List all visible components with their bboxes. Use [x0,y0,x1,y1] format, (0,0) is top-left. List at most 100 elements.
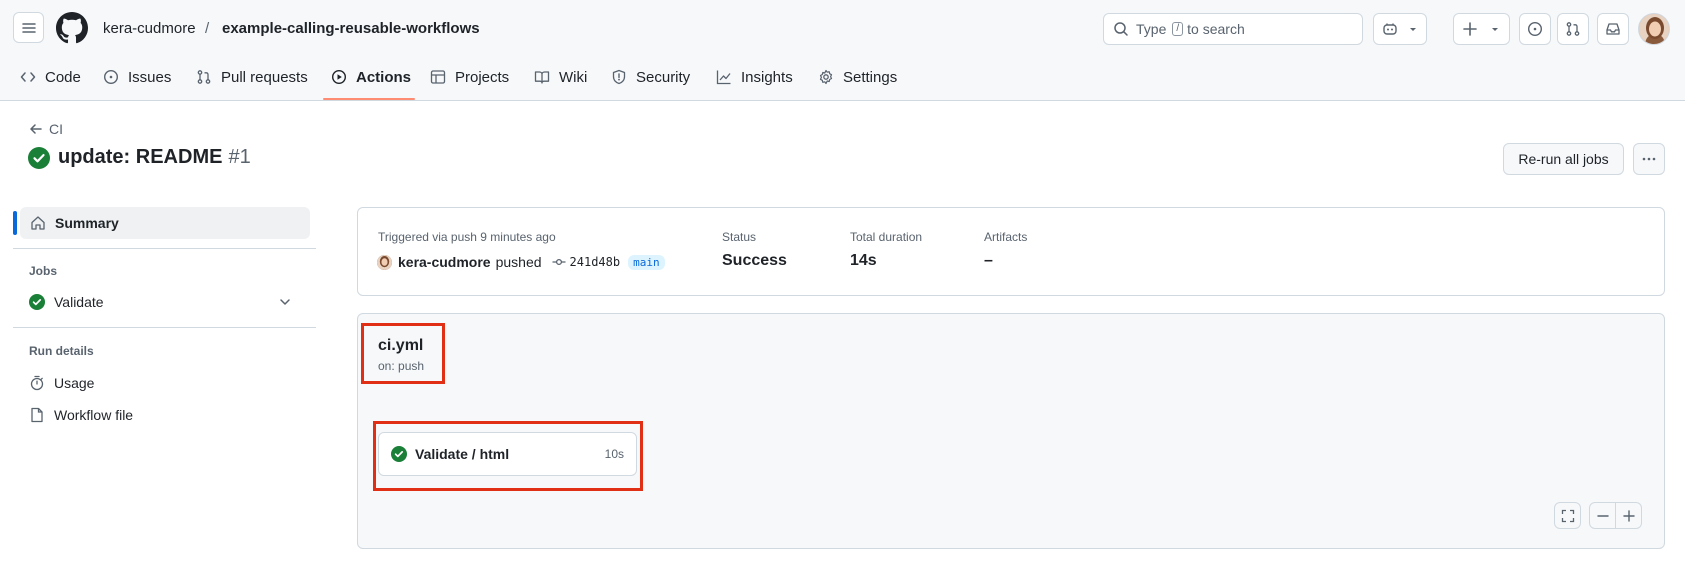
selected-nav-indicator [13,211,17,235]
tab-label: Code [45,68,81,86]
tab-insights[interactable]: Insights [716,62,793,92]
tab-label: Security [636,68,691,86]
minus-icon [1596,514,1609,517]
stopwatch-icon [30,375,44,391]
sidebar-divider [13,327,316,328]
status-value: Success [722,252,787,269]
check-circle-fill-icon [28,146,50,169]
hamburger-icon [21,22,36,33]
rerun-all-jobs-button[interactable]: Re-run all jobs [1503,143,1624,175]
copilot-icon [1383,23,1397,35]
create-new-button[interactable] [1453,13,1510,45]
fullscreen-icon [1561,509,1574,522]
chevron-down-icon[interactable] [278,295,292,309]
repo-owner-link[interactable]: kera-cudmore [103,18,196,40]
table-icon [430,70,446,84]
sidebar-item-summary[interactable]: Summary [20,207,310,239]
tab-security[interactable]: Security [611,62,690,92]
graph-icon [716,70,731,85]
tab-label: Projects [455,68,510,86]
sidebar-item-usage[interactable]: Usage [29,375,94,391]
chevron-down-icon [1410,28,1416,31]
sidebar-item-label: Validate [54,294,104,310]
tab-settings[interactable]: Settings [818,62,897,92]
repo-name-link[interactable]: example-calling-reusable-workflows [222,18,480,40]
copilot-button[interactable] [1373,13,1427,45]
inbox-button[interactable] [1597,13,1629,45]
run-title: update: README [58,146,223,168]
code-icon [20,72,36,82]
actor-link[interactable]: kera-cudmore [398,254,491,270]
tab-label: Issues [128,68,172,86]
search-placeholder-suffix: to search [1187,21,1245,37]
jobs-heading: Jobs [29,264,58,278]
tab-code[interactable]: Code [20,62,81,92]
push-action: pushed [495,254,542,270]
tab-label: Pull requests [221,68,308,86]
sidebar-item-label: Summary [55,215,119,231]
inbox-icon [1606,23,1620,35]
sidebar-item-validate-job[interactable]: Validate [29,294,301,310]
issue-icon [103,69,119,85]
book-icon [534,71,550,84]
tab-pull-requests[interactable]: Pull requests [196,62,308,92]
fullscreen-button[interactable] [1554,502,1581,529]
pull-requests-button[interactable] [1557,13,1589,45]
commit-sha-link[interactable]: 241d48b [570,255,621,269]
more-options-button[interactable] [1633,143,1665,175]
kebab-horizontal-icon [1642,157,1656,161]
avatar[interactable] [1638,13,1670,45]
shield-icon [612,69,626,85]
sidebar-item-label: Workflow file [54,407,134,423]
highlight-workflow-header [361,323,445,384]
pull-request-icon [1566,22,1580,36]
plus-icon [1463,22,1477,36]
chevron-down-icon [1492,28,1498,31]
duration-label: Total duration [850,230,923,244]
issues-button[interactable] [1519,13,1551,45]
tab-label: Insights [741,68,793,86]
trigger-label: Triggered via push 9 minutes ago [378,230,556,244]
actor-avatar[interactable] [377,254,392,270]
play-icon [331,69,347,85]
search-shortcut-key: / [1172,22,1184,36]
status-label: Status [722,230,757,244]
sidebar-item-label: Usage [54,375,95,391]
artifacts-value: – [984,252,993,269]
tab-label: Wiki [559,68,588,86]
search-icon [1114,22,1128,36]
sidebar-item-workflow-file[interactable]: Workflow file [29,407,133,423]
github-logo-icon[interactable] [56,12,88,44]
tab-label: Settings [843,68,898,86]
tab-wiki[interactable]: Wiki [534,62,587,92]
back-link-label: CI [49,121,63,137]
zoom-in-button[interactable] [1615,502,1642,529]
run-details-heading: Run details [29,344,94,358]
search-input[interactable]: Type / to search [1103,13,1363,45]
plus-icon [1622,509,1635,522]
arrow-left-icon [30,124,42,134]
highlight-job-node [373,421,643,491]
home-icon [31,216,45,230]
push-info: kera-cudmore pushed 241d48b main [377,254,665,270]
file-icon [31,407,43,423]
run-number: #1 [228,146,251,168]
artifacts-label: Artifacts [984,230,1028,244]
breadcrumb-separator: / [205,20,210,37]
sidebar-divider [13,248,316,249]
issue-icon [1527,21,1543,37]
tab-label: Actions [356,68,412,86]
selected-tab-underline [323,98,415,100]
back-to-workflow-link[interactable]: CI [29,121,63,137]
tab-projects[interactable]: Projects [430,62,509,92]
search-placeholder-prefix: Type [1136,21,1167,37]
tab-actions[interactable]: Actions [331,62,411,92]
branch-badge[interactable]: main [628,254,665,270]
zoom-out-button[interactable] [1589,502,1616,529]
gear-icon [819,69,833,85]
pull-request-icon [197,70,211,84]
menu-button[interactable] [13,12,44,43]
page-title: update: README #1 [28,146,251,169]
tab-issues[interactable]: Issues [103,62,171,92]
duration-value: 14s [850,252,877,269]
